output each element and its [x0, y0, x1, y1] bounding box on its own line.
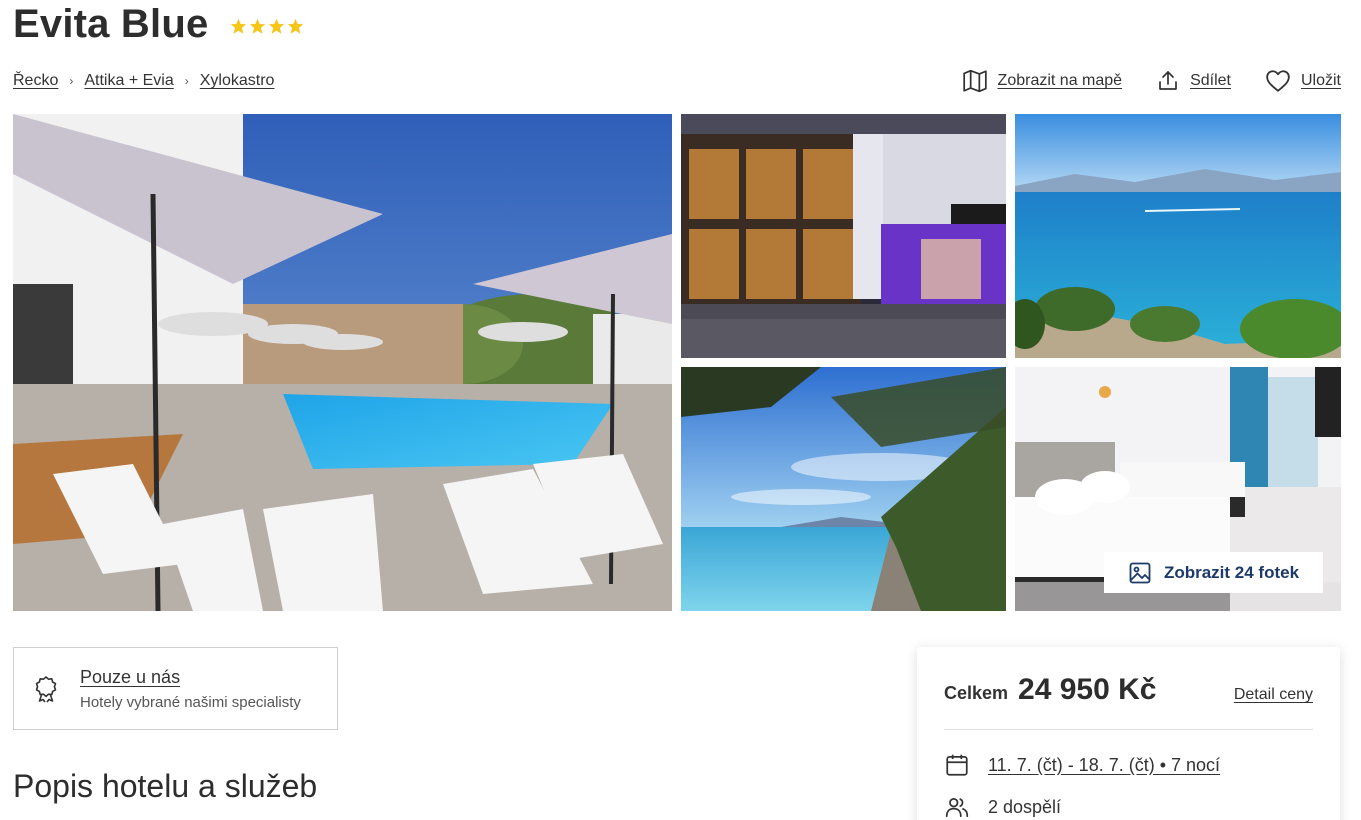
- hotel-name: Evita Blue: [13, 2, 209, 46]
- photo-beach[interactable]: [681, 367, 1006, 611]
- price-detail-link[interactable]: Detail ceny: [1234, 686, 1313, 704]
- breadcrumb-region[interactable]: Attika + Evia: [84, 72, 173, 90]
- heart-icon: [1266, 70, 1290, 92]
- show-map-label: Zobrazit na mapě: [997, 72, 1123, 89]
- exclusive-title-link[interactable]: Pouze u nás: [80, 667, 301, 688]
- photo-pool[interactable]: [13, 114, 672, 611]
- guests-row: 2 dospělí: [944, 794, 1313, 820]
- show-all-photos-label: Zobrazit 24 fotek: [1163, 562, 1300, 582]
- price-value: 24 950 Kč: [1018, 673, 1157, 706]
- show-map-button[interactable]: Zobrazit na mapě: [962, 68, 1123, 94]
- photo-gallery: [13, 114, 1341, 611]
- price-box: Celkem 24 950 Kč Detail ceny 11. 7. (čt)…: [917, 647, 1340, 820]
- calendar-icon: [946, 754, 968, 776]
- breadcrumb-city[interactable]: Xylokastro: [200, 72, 275, 90]
- star-icon: [231, 18, 247, 34]
- chevron-right-icon: ›: [69, 74, 74, 88]
- breadcrumb-country[interactable]: Řecko: [13, 72, 58, 90]
- breadcrumb: Řecko › Attika + Evia › Xylokastro: [13, 72, 274, 90]
- dates-row: 11. 7. (čt) - 18. 7. (čt) • 7 nocí: [944, 752, 1313, 778]
- star-icon: [250, 18, 266, 34]
- share-icon: [1159, 71, 1177, 90]
- save-label: Uložit: [1300, 72, 1341, 89]
- hotel-header: Evita Blue: [13, 2, 304, 47]
- price-label: Celkem: [944, 683, 1009, 703]
- photo-sea-view[interactable]: [1015, 114, 1341, 358]
- save-button[interactable]: Uložit: [1265, 69, 1341, 93]
- exclusive-text: Pouze u nás Hotely vybrané našimi specia…: [80, 667, 301, 711]
- star-icon: [288, 18, 304, 34]
- section-title-description: Popis hotelu a služeb: [13, 768, 318, 804]
- image-icon: [1129, 562, 1151, 583]
- share-label: Sdílet: [1190, 72, 1231, 89]
- photo-hotel-front[interactable]: [681, 114, 1006, 358]
- star-icon: [269, 18, 285, 34]
- award-icon: [35, 675, 57, 702]
- star-rating: [230, 18, 304, 35]
- share-button[interactable]: Sdílet: [1156, 69, 1231, 93]
- chevron-right-icon: ›: [184, 74, 189, 88]
- exclusive-badge: Pouze u nás Hotely vybrané našimi specia…: [13, 647, 338, 730]
- header-actions: Zobrazit na mapě Sdílet Uložit: [962, 68, 1341, 94]
- guests-value: 2 dospělí: [988, 796, 1062, 817]
- price-row: Celkem 24 950 Kč Detail ceny: [944, 673, 1313, 707]
- show-all-photos-button[interactable]: Zobrazit 24 fotek: [1104, 552, 1323, 593]
- people-icon: [945, 798, 969, 818]
- map-icon: [962, 69, 987, 93]
- exclusive-subtitle: Hotely vybrané našimi specialisty: [80, 693, 301, 711]
- divider: [944, 729, 1313, 730]
- dates-link[interactable]: 11. 7. (čt) - 18. 7. (čt) • 7 nocí: [988, 755, 1220, 776]
